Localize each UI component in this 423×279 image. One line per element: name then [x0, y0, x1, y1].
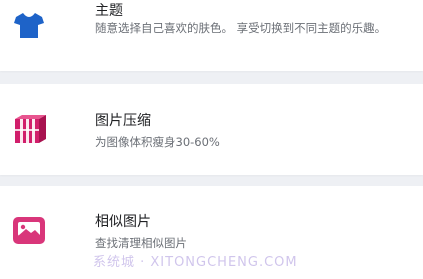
menu-item-compress[interactable]: 图片压缩 为图像体积瘦身30-60%	[0, 84, 423, 175]
menu-item-description: 随意选择自己喜欢的肤色。 享受切换到不同主题的乐趣。	[95, 21, 387, 35]
menu-item-description: 为图像体积瘦身30-60%	[95, 135, 220, 149]
watermark: 系统城 · XITONGCHENG.COM	[93, 255, 298, 270]
menu-item-description: 查找清理相似图片	[95, 236, 187, 250]
compress-image-icon	[12, 113, 46, 147]
menu-item-theme[interactable]: 主题 随意选择自己喜欢的肤色。 享受切换到不同主题的乐趣。	[0, 0, 423, 71]
menu-item-title: 图片压缩	[95, 113, 151, 129]
similar-image-icon	[12, 213, 46, 247]
menu-item-title: 主题	[95, 3, 123, 19]
menu-item-title: 相似图片	[95, 214, 151, 230]
tshirt-icon	[12, 8, 46, 42]
